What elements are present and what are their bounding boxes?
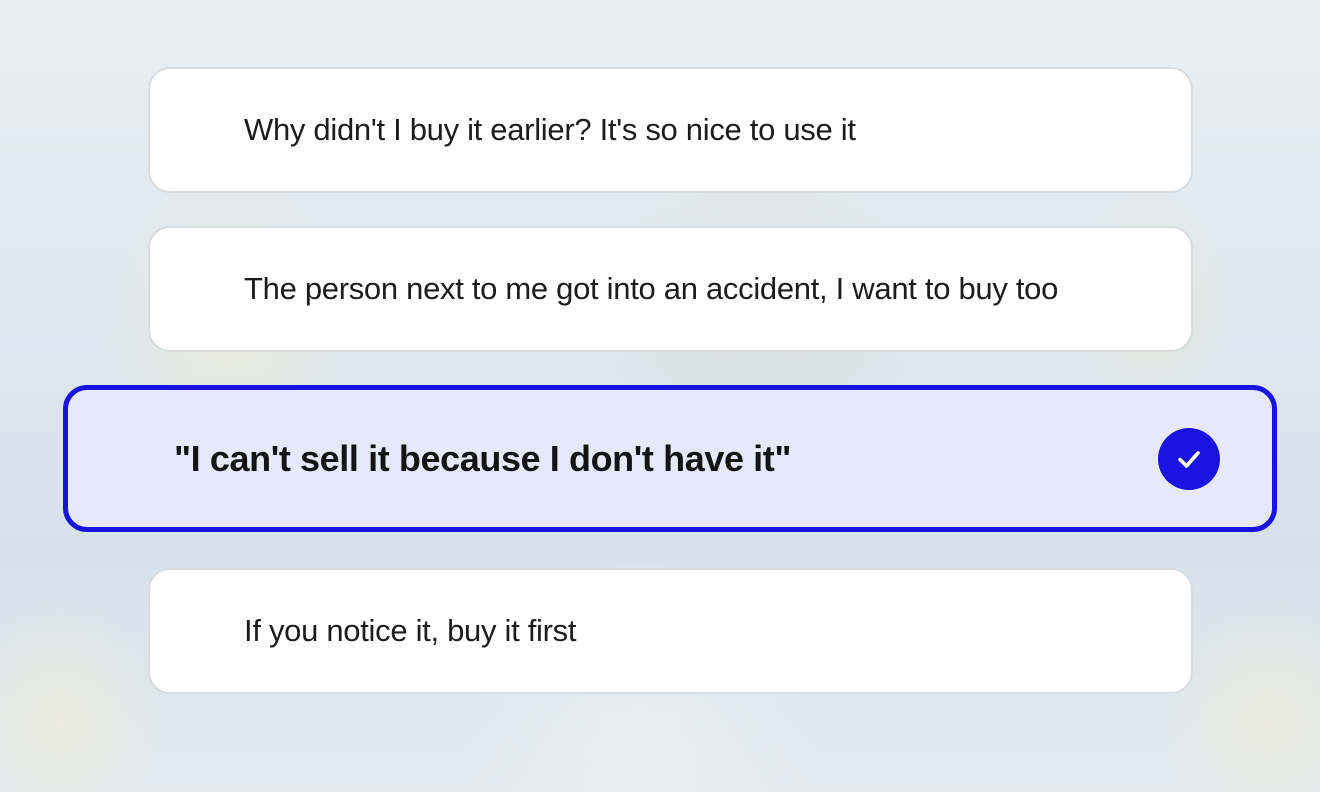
answer-option-2[interactable]: The person next to me got into an accide… [148, 226, 1193, 352]
answer-option-label: If you notice it, buy it first [244, 613, 577, 648]
answer-option-1[interactable]: Why didn't I buy it earlier? It's so nic… [148, 67, 1193, 193]
answer-option-4[interactable]: If you notice it, buy it first [148, 568, 1193, 694]
checkmark-icon [1178, 450, 1200, 468]
answer-option-label: Why didn't I buy it earlier? It's so nic… [244, 112, 856, 147]
answer-option-label: "I can't sell it because I don't have it… [174, 437, 792, 479]
answer-option-label: The person next to me got into an accide… [244, 271, 1059, 306]
check-circle-icon [1158, 427, 1220, 490]
answer-option-3-selected[interactable]: "I can't sell it because I don't have it… [63, 385, 1277, 532]
